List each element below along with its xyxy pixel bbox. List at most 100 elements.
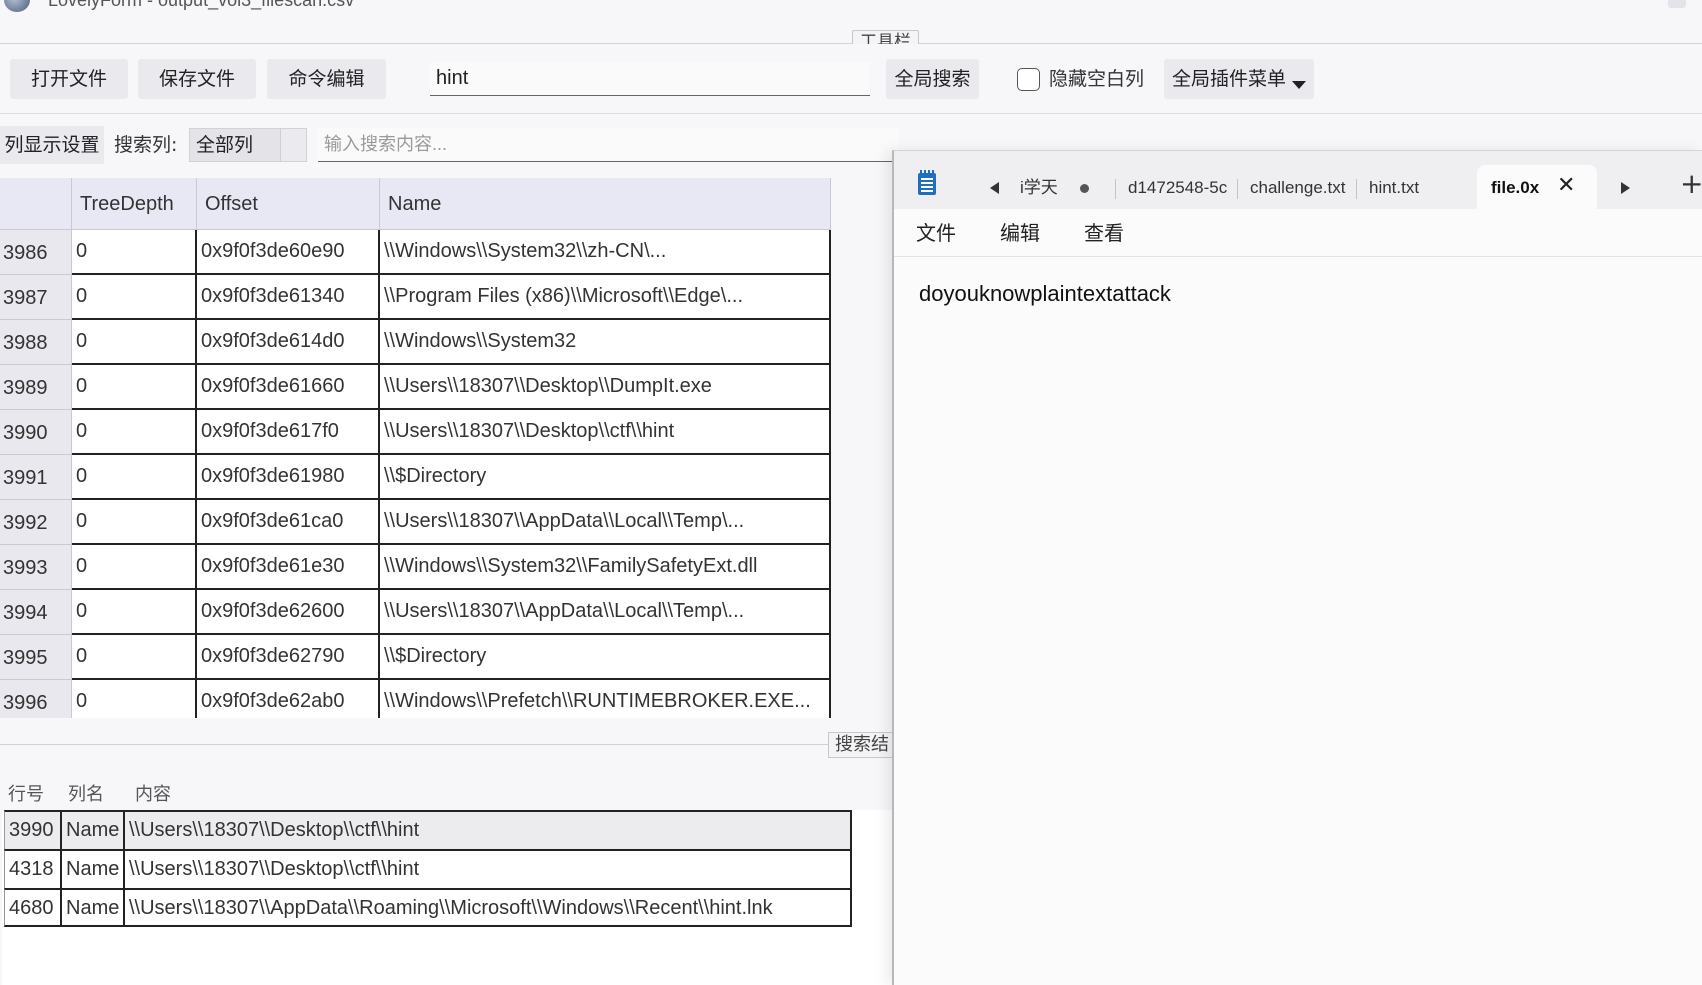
column-settings-button[interactable]: 列显示设置 <box>0 126 104 164</box>
name-cell[interactable]: \\Windows\\System32\\FamilySafetyExt.dll <box>380 545 831 590</box>
row-number-cell[interactable]: 3986 <box>0 230 72 275</box>
column-header-name[interactable]: Name <box>380 178 831 230</box>
save-file-button[interactable]: 保存文件 <box>138 59 256 99</box>
active-tab[interactable]: file.0x ✕ <box>1477 165 1597 209</box>
offset-cell[interactable]: 0x9f0f3de62ab0 <box>197 680 380 718</box>
menu-file[interactable]: 文件 <box>916 209 956 257</box>
result-content-cell[interactable]: \\Users\\18307\\AppData\\Roaming\\Micros… <box>125 888 852 927</box>
table-row[interactable]: 3989 0 0x9f0f3de61660 \\Users\\18307\\Deskt… <box>0 365 831 410</box>
treedepth-cell[interactable]: 0 <box>72 455 197 500</box>
result-column-cell[interactable]: Name <box>62 849 125 888</box>
name-cell[interactable]: \\Windows\\System32 <box>380 320 831 365</box>
row-number-cell[interactable]: 3991 <box>0 455 72 500</box>
row-number-cell[interactable]: 3995 <box>0 635 72 680</box>
offset-cell[interactable]: 0x9f0f3de61660 <box>197 365 380 410</box>
global-search-button[interactable]: 全局搜索 <box>886 59 979 99</box>
open-file-button[interactable]: 打开文件 <box>10 59 128 99</box>
row-number-cell[interactable]: 3994 <box>0 590 72 635</box>
offset-cell[interactable]: 0x9f0f3de62600 <box>197 590 380 635</box>
treedepth-cell[interactable]: 0 <box>72 230 197 275</box>
treedepth-cell[interactable]: 0 <box>72 410 197 455</box>
offset-cell[interactable]: 0x9f0f3de61ca0 <box>197 500 380 545</box>
result-line-cell[interactable]: 3990 <box>4 810 62 849</box>
name-cell[interactable]: \\Users\\18307\\Desktop\\ctf\\hint <box>380 410 831 455</box>
table-row[interactable]: 3995 0 0x9f0f3de62790 \\$Directory <box>0 635 831 680</box>
name-cell[interactable]: \\Program Files (x86)\\Microsoft\\Edge\.… <box>380 275 831 320</box>
close-icon[interactable]: ✕ <box>1557 171 1575 201</box>
offset-cell[interactable]: 0x9f0f3de61340 <box>197 275 380 320</box>
treedepth-cell[interactable]: 0 <box>72 545 197 590</box>
name-cell[interactable]: \\Users\\18307\\AppData\\Local\\Temp\... <box>380 500 831 545</box>
result-column-cell[interactable]: Name <box>62 810 125 849</box>
row-number-cell[interactable]: 3996 <box>0 680 72 718</box>
treedepth-cell[interactable]: 0 <box>72 365 197 410</box>
tab-item[interactable]: d1472548-5c <box>1128 173 1228 203</box>
menu-view[interactable]: 查看 <box>1084 209 1124 257</box>
tab-item[interactable]: i学天 <box>1020 173 1066 203</box>
table-row[interactable]: 3992 0 0x9f0f3de61ca0 \\Users\\18307\\AppDa… <box>0 500 831 545</box>
column-search-input[interactable] <box>318 128 898 162</box>
row-number-cell[interactable]: 3987 <box>0 275 72 320</box>
tab-item[interactable]: challenge.txt <box>1250 173 1350 203</box>
result-column-cell[interactable]: Name <box>62 888 125 927</box>
treedepth-cell[interactable]: 0 <box>72 275 197 320</box>
row-number-cell[interactable]: 3988 <box>0 320 72 365</box>
select-arrow-button[interactable] <box>280 129 306 161</box>
offset-cell[interactable]: 0x9f0f3de617f0 <box>197 410 380 455</box>
offset-cell[interactable]: 0x9f0f3de61980 <box>197 455 380 500</box>
results-header-line[interactable]: 行号 <box>0 780 44 810</box>
treedepth-cell[interactable]: 0 <box>72 680 197 718</box>
global-search-input[interactable] <box>430 62 870 96</box>
results-header-content[interactable]: 内容 <box>127 780 171 810</box>
table-row[interactable]: 3990 0 0x9f0f3de617f0 \\Users\\18307\\Deskt… <box>0 410 831 455</box>
result-row[interactable]: 4318 Name \\Users\\18307\\Desktop\\ctf\\hi… <box>4 849 852 888</box>
result-row[interactable]: 3990 Name \\Users\\18307\\Desktop\\ctf\\hi… <box>4 810 852 849</box>
result-line-cell[interactable]: 4680 <box>4 888 62 927</box>
row-number-cell[interactable]: 3992 <box>0 500 72 545</box>
name-cell[interactable]: \\Windows\\Prefetch\\RUNTIMEBROKER.EXE..… <box>380 680 831 718</box>
table-row[interactable]: 3991 0 0x9f0f3de61980 \\$Directory <box>0 455 831 500</box>
window-control-button[interactable] <box>1668 0 1686 8</box>
name-cell[interactable]: \\Users\\18307\\AppData\\Local\\Temp\... <box>380 590 831 635</box>
name-cell[interactable]: \\$Directory <box>380 455 831 500</box>
table-row[interactable]: 3986 0 0x9f0f3de60e90 \\Windows\\System32\\… <box>0 230 831 275</box>
name-cell[interactable]: \\$Directory <box>380 635 831 680</box>
results-header-column[interactable]: 列名 <box>60 780 104 810</box>
column-header-treedepth[interactable]: TreeDepth <box>72 178 197 230</box>
offset-cell[interactable]: 0x9f0f3de62790 <box>197 635 380 680</box>
row-number-cell[interactable]: 3990 <box>0 410 72 455</box>
table-row[interactable]: 3987 0 0x9f0f3de61340 \\Program Files (x86)… <box>0 275 831 320</box>
result-content-cell[interactable]: \\Users\\18307\\Desktop\\ctf\\hint <box>125 810 852 849</box>
chevron-right-icon[interactable] <box>1621 182 1630 194</box>
command-edit-button[interactable]: 命令编辑 <box>267 59 386 99</box>
result-content-cell[interactable]: \\Users\\18307\\Desktop\\ctf\\hint <box>125 849 852 888</box>
offset-cell[interactable]: 0x9f0f3de60e90 <box>197 230 380 275</box>
row-number-header[interactable] <box>0 178 72 230</box>
plus-icon[interactable]: + <box>1680 167 1702 201</box>
hide-empty-columns-checkbox[interactable] <box>1017 68 1040 91</box>
table-row[interactable]: 3996 0 0x9f0f3de62ab0 \\Windows\\Prefetch\\… <box>0 680 831 718</box>
row-number-cell[interactable]: 3993 <box>0 545 72 590</box>
pane-divider[interactable] <box>0 744 895 745</box>
offset-cell[interactable]: 0x9f0f3de614d0 <box>197 320 380 365</box>
treedepth-cell[interactable]: 0 <box>72 590 197 635</box>
tab-item[interactable]: hint.txt <box>1369 173 1459 203</box>
notepad-text-content[interactable]: doyouknowplaintextattack <box>919 281 1171 307</box>
column-header-offset[interactable]: Offset <box>197 178 380 230</box>
offset-cell[interactable]: 0x9f0f3de61e30 <box>197 545 380 590</box>
plugin-menu-button[interactable]: 全局插件菜单 <box>1164 59 1314 99</box>
table-row[interactable]: 3988 0 0x9f0f3de614d0 \\Windows\\System32 <box>0 320 831 365</box>
row-number-cell[interactable]: 3989 <box>0 365 72 410</box>
table-row[interactable]: 3993 0 0x9f0f3de61e30 \\Windows\\System32\\… <box>0 545 831 590</box>
result-line-cell[interactable]: 4318 <box>4 849 62 888</box>
name-cell[interactable]: \\Windows\\System32\\zh-CN\... <box>380 230 831 275</box>
menu-edit[interactable]: 编辑 <box>1000 209 1040 257</box>
table-row[interactable]: 3994 0 0x9f0f3de62600 \\Users\\18307\\AppDa… <box>0 590 831 635</box>
name-cell[interactable]: \\Users\\18307\\Desktop\\DumpIt.exe <box>380 365 831 410</box>
treedepth-cell[interactable]: 0 <box>72 320 197 365</box>
chevron-left-icon[interactable] <box>990 182 999 194</box>
search-column-select[interactable]: 全部列 <box>189 128 307 162</box>
treedepth-cell[interactable]: 0 <box>72 635 197 680</box>
treedepth-cell[interactable]: 0 <box>72 500 197 545</box>
result-row[interactable]: 4680 Name \\Users\\18307\\AppData\\Roaming… <box>4 888 852 927</box>
